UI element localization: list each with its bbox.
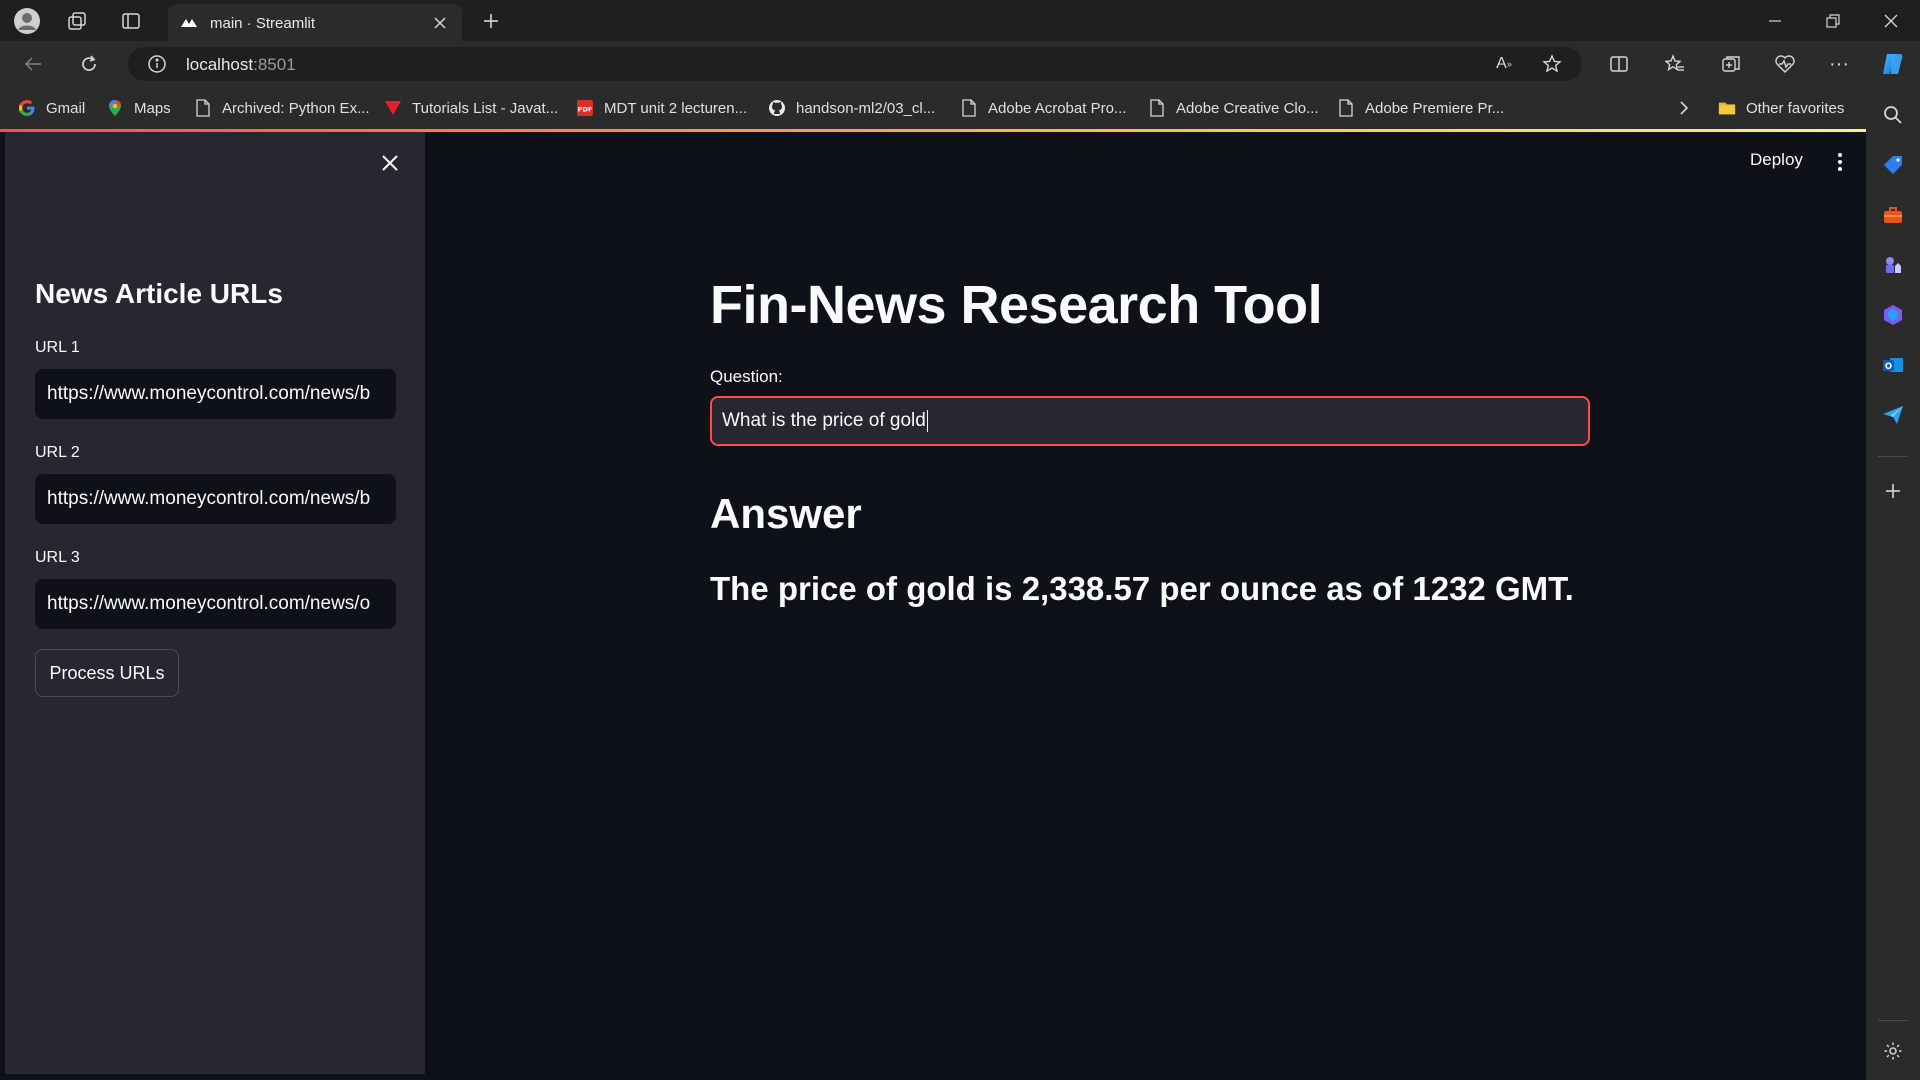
google-icon: [18, 99, 36, 117]
workspaces-icon[interactable]: [64, 8, 90, 34]
url-2-label: URL 2: [35, 444, 80, 461]
shopping-tag-icon[interactable]: [1880, 152, 1906, 178]
answer-text: The price of gold is 2,338.57 per ounce …: [710, 570, 1574, 607]
pdf-icon: PDF: [576, 99, 594, 117]
url-3-input[interactable]: https://www.moneycontrol.com/news/o: [35, 579, 396, 629]
address-host: localhost: [186, 55, 254, 74]
page-title: Fin-News Research Tool: [710, 275, 1323, 335]
sidebar-heading: News Article URLs: [35, 278, 283, 309]
url-1-input[interactable]: https://www.moneycontrol.com/news/b: [35, 369, 396, 419]
url-3-value: https://www.moneycontrol.com/news/o: [47, 593, 371, 614]
bookmark-label: Gmail: [46, 99, 86, 117]
bookmark-label: Adobe Acrobat Pro...: [988, 99, 1127, 117]
collections-icon[interactable]: [1718, 51, 1744, 77]
page-icon: [1148, 99, 1166, 117]
page-icon: [194, 99, 212, 117]
bookmark-handson-ml2[interactable]: handson-ml2/03_cl...: [768, 86, 935, 130]
bookmarks-overflow-chevron-icon[interactable]: [1672, 96, 1696, 120]
streamlit-favicon-icon: [180, 14, 198, 32]
question-label: Question:: [710, 367, 783, 386]
process-urls-button[interactable]: Process URLs: [35, 649, 179, 697]
bookmark-adobe-acrobat[interactable]: Adobe Acrobat Pro...: [960, 86, 1126, 130]
svg-text:O: O: [1885, 362, 1892, 372]
bookmark-label: MDT unit 2 lecturen...: [604, 99, 748, 117]
favorites-icon[interactable]: [1662, 51, 1688, 77]
bookmark-adobe-creative-cloud[interactable]: Adobe Creative Clo...: [1148, 86, 1319, 130]
minimize-icon[interactable]: [1762, 8, 1788, 34]
bookmarks-bar: Gmail Maps Archived: Python Ex... Tutori…: [0, 86, 1866, 130]
tab-main-streamlit[interactable]: main · Streamlit: [168, 4, 462, 41]
games-chess-icon[interactable]: [1880, 252, 1906, 278]
app-main: Deploy Fin-News Research Tool Question: …: [425, 132, 1866, 1074]
bookmark-label: Tutorials List - Javat...: [412, 99, 559, 117]
bookmark-label: Adobe Premiere Pr...: [1365, 99, 1505, 117]
address-text: localhost:8501: [186, 55, 296, 75]
bookmark-adobe-premiere[interactable]: Adobe Premiere Pr...: [1337, 86, 1504, 130]
read-aloud-icon[interactable]: A»: [1492, 52, 1516, 76]
bookmark-other-favorites[interactable]: Other favorites: [1718, 86, 1844, 130]
svg-text:PDF: PDF: [578, 106, 593, 114]
search-icon[interactable]: [1880, 102, 1906, 128]
address-bar[interactable]: localhost:8501 A»: [128, 47, 1582, 81]
deploy-button[interactable]: Deploy: [1750, 150, 1803, 170]
javatpoint-icon: [384, 99, 402, 117]
app-sidebar: News Article URLs URL 1 https://www.mone…: [5, 132, 425, 1074]
tab-title: main · Streamlit: [210, 15, 316, 32]
profile-avatar-icon[interactable]: [12, 6, 42, 36]
bookmark-label: Other favorites: [1746, 99, 1845, 117]
browser-essentials-icon[interactable]: [1772, 51, 1798, 77]
bookmark-maps[interactable]: Maps: [106, 86, 171, 130]
github-icon: [768, 99, 786, 117]
bookmark-label: handson-ml2/03_cl...: [796, 99, 936, 117]
bookmark-gmail[interactable]: Gmail: [18, 86, 85, 130]
bookmark-label: Archived: Python Ex...: [222, 99, 370, 117]
send-icon[interactable]: [1880, 402, 1906, 428]
edge-sidebar-divider: [1878, 1020, 1908, 1021]
url-2-value: https://www.moneycontrol.com/news/b: [47, 488, 371, 509]
favorite-star-icon[interactable]: [1540, 52, 1564, 76]
url-1-value: https://www.moneycontrol.com/news/b: [47, 383, 371, 404]
microsoft-365-icon[interactable]: [1880, 302, 1906, 328]
refresh-icon[interactable]: [76, 51, 102, 77]
page-icon: [960, 99, 978, 117]
url-2-input[interactable]: https://www.moneycontrol.com/news/b: [35, 474, 396, 524]
new-tab-icon[interactable]: [478, 8, 504, 34]
browser-toolbar: localhost:8501 A» ···: [0, 41, 1920, 86]
question-value: What is the price of gold: [722, 410, 926, 431]
edge-sidebar-divider: [1878, 456, 1908, 457]
back-arrow-icon[interactable]: [20, 51, 46, 77]
restore-icon[interactable]: [1820, 8, 1846, 34]
more-menu-icon[interactable]: ···: [1826, 51, 1852, 77]
url-1-label: URL 1: [35, 339, 80, 356]
tools-briefcase-icon[interactable]: [1880, 202, 1906, 228]
bookmark-label: Adobe Creative Clo...: [1176, 99, 1319, 117]
address-port: :8501: [253, 55, 296, 74]
site-info-icon[interactable]: [146, 53, 168, 75]
add-icon[interactable]: [1880, 478, 1906, 504]
split-screen-icon[interactable]: [1606, 51, 1632, 77]
url-3-label: URL 3: [35, 549, 80, 566]
tab-close-icon[interactable]: [430, 13, 450, 33]
bookmark-mdt-unit-2[interactable]: PDF MDT unit 2 lecturen...: [576, 86, 747, 130]
settings-gear-icon[interactable]: [1880, 1038, 1906, 1064]
vertical-tabs-icon[interactable]: [118, 8, 144, 34]
main-menu-kebab-icon[interactable]: [1833, 150, 1847, 174]
bookmark-archived-python[interactable]: Archived: Python Ex...: [194, 86, 370, 130]
question-input[interactable]: What is the price of gold: [710, 396, 1590, 446]
window-close-icon[interactable]: [1878, 8, 1904, 34]
edge-sidebar: O: [1866, 86, 1920, 1080]
maps-pin-icon: [106, 99, 124, 117]
streamlit-app: News Article URLs URL 1 https://www.mone…: [5, 132, 1866, 1074]
browser-titlebar: main · Streamlit: [0, 0, 1920, 41]
bookmark-tutorials-list[interactable]: Tutorials List - Javat...: [384, 86, 558, 130]
sidebar-close-icon[interactable]: [377, 150, 403, 176]
folder-icon: [1718, 99, 1736, 117]
page-icon: [1337, 99, 1355, 117]
text-caret: [926, 410, 929, 432]
outlook-icon[interactable]: O: [1880, 352, 1906, 378]
copilot-icon[interactable]: [1878, 49, 1908, 79]
bookmark-label: Maps: [134, 99, 171, 117]
answer-heading: Answer: [710, 490, 862, 537]
